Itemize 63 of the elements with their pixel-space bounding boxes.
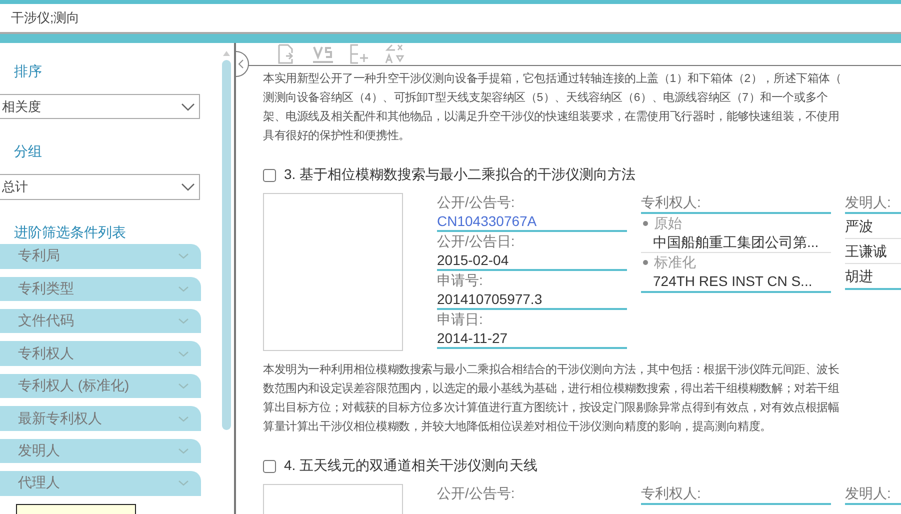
sort-select[interactable]: 相关度 [0,94,200,120]
select-checkbox[interactable] [263,168,276,182]
bullet-icon [643,221,648,226]
assignee-name: 724TH RES INST CN S... [653,272,814,291]
abstract-text: 架、电源线及相关配件和其他物品，以满足升空干涉仪的快速组装要求，在需使用飞行器时，能够快速组装，不使用 [263,109,840,125]
chevron-left-icon [238,59,244,69]
abstract-text: 测测向设备容纳区（4）、可拆卸T型天线支架容纳区（5）、天线容纳区（6）、电源线容纳区（7）和一个或多个 [263,90,829,106]
sort-label: 排序 [13,63,43,81]
bullet-icon [643,260,648,265]
field-label: 申请日: [437,310,484,329]
group-label: 分组 [13,143,43,162]
field-value: 201410705977.3 [437,290,627,310]
field-label: 公开/公告号: [437,484,516,503]
scrollbar-thumb[interactable] [222,60,230,430]
field-label: 公开/公告日: [437,232,516,251]
add-document-icon[interactable] [348,43,370,65]
assignee-label: 专利权人: [641,193,831,214]
chevron-down-icon [178,383,189,390]
abstract-text: 本发明为一种利用相位模糊数搜索与最小二乘拟合相结合的干涉仪测向方法，其中包括：根据干涉仪阵元间距、波长 [263,362,840,378]
scroll-up-icon[interactable] [222,51,230,56]
assignee-type: 标准化 [654,253,696,272]
filter-item[interactable]: 代理人 [0,471,201,496]
inventor-name: 胡进 [845,264,901,290]
abstract-text: 算量计算出干涉仪相位模糊数，并较大地降低相位误差对相位干涉仪测向精度的影响，提高测向精度。 [263,419,772,435]
assignee-name: 中国船舶重工集团公司第... [653,233,820,252]
inventor-label: 发明人: [845,193,901,214]
collapse-tab[interactable] [236,51,249,77]
field-label: 公开/公告号: [437,193,516,212]
filter-item[interactable]: 文件代码 [0,309,201,334]
filter-list-title: 进阶筛选条件列表 [13,224,127,242]
inventor-name: 王谦诚 [845,239,901,264]
inventor-label: 发明人: [845,484,901,505]
chevron-down-icon [181,102,195,111]
abstract-text: 数范围内和设定误差容限范围内，以选定的最小基线为基础，进行相位模糊数搜索，得出若干组模糊数解；对若干组 [263,381,840,397]
filter-item[interactable]: 专利局 [0,244,201,269]
chevron-down-icon [178,480,189,486]
inventor-name: 严波 [845,214,901,239]
abstract-text: 具有很好的保护性和便携性。 [263,128,411,144]
group-select[interactable]: 总计 [0,174,200,200]
translate-icon[interactable] [384,43,406,65]
filter-item[interactable]: 专利类型 [0,276,201,302]
chevron-down-icon [178,350,189,357]
chevron-down-icon [178,416,189,422]
filter-item[interactable]: 发明人 [0,438,201,464]
chevron-down-icon [178,318,189,324]
abstract-text: 本实用新型公开了一种升空干涉仪测向设备手提箱，它包括通过转轴连接的上盖（1）和下箱体（2），所述下箱体（ [263,71,842,87]
filter-item[interactable]: 最新专利权人 [0,406,201,431]
abstract-text: 算出目标方位；对截获的目标方位多次计算值进行直方图统计，按设定门限剔除异常点得到有效点，对有效点根据幅 [263,400,840,416]
publication-link[interactable]: CN104330767A [437,212,627,232]
assignee-type: 原始 [654,214,682,233]
chevron-down-icon [181,182,195,191]
select-checkbox[interactable] [263,460,276,472]
chevron-down-icon [178,253,189,260]
field-value: 2015-02-04 [437,251,627,271]
filter-item[interactable]: 专利权人 [0,341,201,366]
result-title[interactable]: 4. 五天线元的双通道相关干涉仪测向天线 [284,457,538,475]
chevron-down-icon [178,448,189,454]
result-title[interactable]: 3. 基于相位模糊数搜索与最小二乘拟合的干涉仪测向方法 [284,166,636,184]
chevron-down-icon [178,286,189,292]
assignee-label: 专利权人: [641,484,831,505]
field-value: 2014-11-27 [437,329,627,349]
filter-item[interactable]: 专利权人 (标准化) [0,374,201,398]
field-label: 申请号: [437,271,484,290]
